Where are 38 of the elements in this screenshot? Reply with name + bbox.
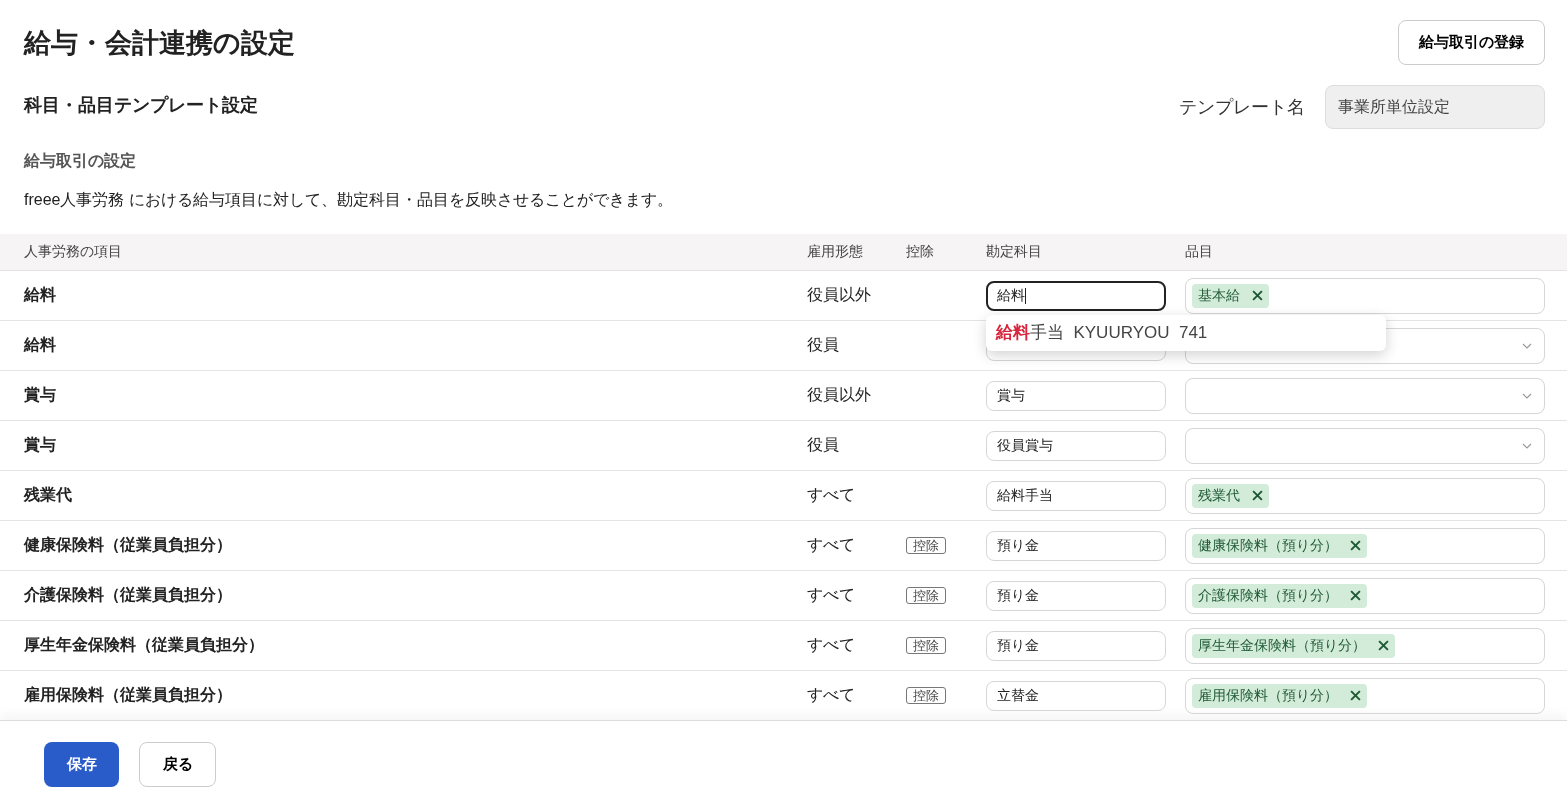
item-name: 健康保険料（従業員負担分） [22, 535, 233, 555]
item-name: 賞与 [23, 435, 57, 455]
item-tag: 厚生年金保険料（預り分） [1192, 633, 1395, 658]
column-header: 控除 [906, 243, 935, 261]
employment-type: 役員以外 [807, 285, 872, 305]
item-tag: 介護保険料（預り分） [1192, 583, 1367, 608]
item-tag: 残業代 [1192, 483, 1269, 508]
item-name: 賞与 [23, 385, 57, 405]
section-heading: 給与取引の設定 [24, 151, 137, 171]
item-name: 給料 [22, 285, 57, 305]
employment-type: 役員 [807, 435, 840, 455]
item-name: 雇用保険料（従業員負担分） [23, 685, 233, 705]
item-name: 給料 [22, 335, 57, 355]
item-tag: 基本給 [1192, 283, 1269, 308]
column-header: 雇用形態 [807, 243, 864, 261]
column-header: 人事労務の項目 [23, 243, 123, 261]
item-name: 残業代 [22, 485, 73, 505]
deduction-tag: 控除 [906, 637, 946, 654]
deduction-tag: 控除 [906, 687, 946, 704]
employment-type: すべて [807, 635, 856, 655]
employment-type: 役員以外 [807, 385, 872, 405]
template-label: テンプレート名 [1179, 96, 1305, 119]
employment-type: すべて [807, 685, 856, 705]
page-title: 給与・会計連携の設定 [24, 26, 295, 60]
employment-type: 役員 [807, 335, 840, 355]
deduction-tag: 控除 [906, 537, 946, 554]
employment-type: すべて [807, 485, 856, 505]
item-tag: 雇用保険料（預り分） [1192, 683, 1367, 708]
section-title: 科目・品目テンプレート設定 [24, 94, 258, 117]
item-tag: 健康保険料（預り分） [1192, 533, 1367, 558]
deduction-tag: 控除 [906, 587, 946, 604]
description-text: freee人事労務 における給与項目に対して、勘定科目・品目を反映させることができます。 [24, 190, 674, 210]
employment-type: すべて [807, 535, 856, 555]
item-name: 介護保険料（従業員負担分） [23, 585, 233, 605]
column-header: 勘定科目 [986, 243, 1043, 261]
column-header: 品目 [1185, 243, 1214, 261]
item-name: 厚生年金保険料（従業員負担分） [23, 635, 265, 655]
employment-type: すべて [807, 585, 856, 605]
